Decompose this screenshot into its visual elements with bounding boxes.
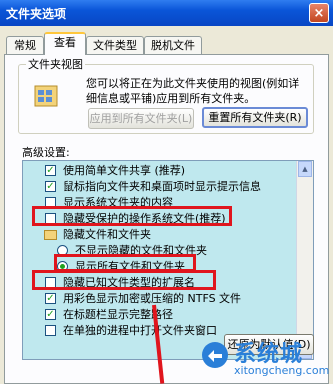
watermark-url: xitongcheng.com [234, 364, 330, 377]
title-bar: 文件夹选项 × [0, 0, 333, 26]
watermark: 系统城 xitongcheng.com [198, 336, 333, 384]
tab-strip: 常规 查看 文件类型 脱机文件 [4, 32, 329, 55]
checkbox[interactable] [45, 325, 56, 336]
list-item[interactable]: ✓ 在标题栏显示完整路径 [23, 307, 313, 323]
highlight-box-extensions [32, 270, 216, 290]
list-item[interactable]: ✓ 使用简单文件共享 (推荐) [23, 163, 313, 179]
folder-icon [44, 230, 57, 240]
folder-views-title: 文件夹视图 [26, 56, 85, 72]
folder-views-description: 您可以将正在为此文件夹使用的视图(例如详细信息或平铺)应用到所有文件夹。 [86, 77, 300, 105]
list-item-hidden-files-group: 隐藏文件和文件夹 [23, 227, 313, 243]
reset-all-folders-button[interactable]: 重置所有文件夹(R) [202, 107, 308, 128]
tab-general[interactable]: 常规 [6, 36, 44, 54]
tab-file-types[interactable]: 文件类型 [86, 36, 144, 54]
checkbox[interactable]: ✓ [45, 181, 56, 192]
close-button[interactable]: × [309, 3, 329, 23]
checkbox[interactable]: ✓ [45, 309, 56, 320]
checkbox[interactable]: ✓ [45, 165, 56, 176]
tab-view[interactable]: 查看 [44, 32, 86, 55]
list-item[interactable]: ✓ 用彩色显示加密或压缩的 NTFS 文件 [23, 291, 313, 307]
watermark-logo-icon [202, 342, 228, 368]
highlight-box-protected-files [32, 206, 232, 226]
checkbox[interactable]: ✓ [45, 293, 56, 304]
scroll-up-icon[interactable]: ▲ [298, 161, 312, 177]
window-title: 文件夹选项 [6, 6, 67, 21]
advanced-settings-label: 高级设置: [22, 146, 70, 159]
list-item[interactable]: ✓ 鼠标指向文件夹和桌面项时显示提示信息 [23, 179, 313, 195]
scrollbar[interactable]: ▲ ▼ [296, 161, 313, 359]
folder-view-icon [34, 85, 58, 107]
tab-offline-files[interactable]: 脱机文件 [144, 36, 202, 54]
apply-to-all-folders-button[interactable]: 应用到所有文件夹(L) [88, 108, 194, 129]
